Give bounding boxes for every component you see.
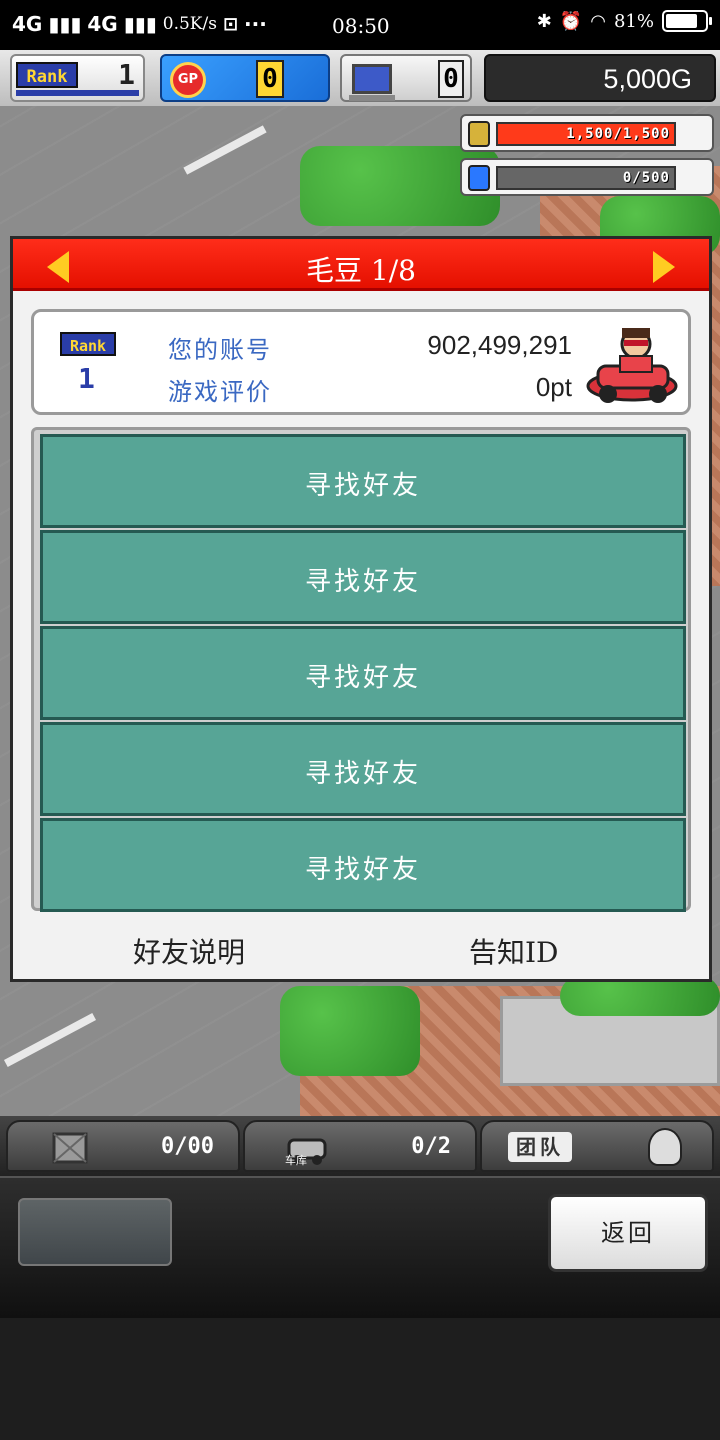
signal-2: 4G [87,12,118,36]
energy-text: 0/500 [622,170,670,186]
more-icon: ··· [244,12,267,36]
notification-icon: ⊡ [222,13,239,35]
money-panel: 5,000G [484,54,716,102]
share-id-button[interactable]: 告知ID [469,931,559,971]
net-speed: 0.5K/s [162,14,217,34]
rank-badge: Rank [60,332,116,356]
bluetooth-icon: ✱ [536,10,552,32]
battery-percent: 81% [613,10,654,32]
rank-panel[interactable]: Rank 1 [10,54,145,102]
battery-level [666,14,697,28]
signal-bars-icon: ▮▮▮ [48,12,82,36]
top-hud: Rank 1 GP 0 0 5,000G [0,50,720,106]
bottom-panel: 返回 [0,1176,720,1318]
hedge [560,976,720,1016]
signal-1: 4G [12,12,43,36]
find-friend-label: 寻找好友 [304,855,421,885]
find-friend-slot[interactable]: 寻找好友 [40,722,686,816]
status-bar: 4G ▮▮▮ 4G ▮▮▮ 0.5K/s ⊡ ··· 08:50 ✱ ⏰ ◠ 8… [0,0,720,50]
dialog-header: 毛豆 1/8 [13,239,709,291]
account-label: 您的账号 [168,336,272,364]
friend-help-button[interactable]: 好友说明 [133,931,245,971]
gp-coin-icon: GP [170,62,206,98]
player-car-avatar-icon [586,328,678,403]
friends-dialog: 毛豆 1/8 Rank 1 您的账号 游戏评价 902,499,291 0pt … [10,236,712,982]
alarm-icon: ⏰ [559,10,583,32]
account-value: 902,499,291 [427,330,572,360]
rating-label: 游戏评价 [168,378,272,406]
rank-progress [16,90,139,96]
next-page-arrow-icon[interactable] [653,251,675,283]
friend-list: 寻找好友 寻找好友 寻找好友 寻找好友 寻找好友 [31,427,691,912]
find-friend-slot[interactable]: 寻找好友 [40,434,686,528]
wifi-icon: ◠ [590,10,606,32]
gold-track: 1,500/1,500 [496,122,676,146]
rank-badge: Rank [16,62,78,88]
energy-resource-bar: 0/500 [460,158,714,196]
pc-value: 0 [438,60,464,98]
status-right: ✱ ⏰ ◠ 81% [536,10,712,32]
team-member-avatar-icon [648,1128,682,1166]
find-friend-label: 寻找好友 [304,471,421,501]
rank-value: 1 [118,58,135,91]
grass-patch [280,986,420,1076]
money-value: 5,000G [603,64,692,94]
clock: 08:50 [332,14,390,38]
find-friend-slot[interactable]: 寻找好友 [40,818,686,912]
storage-count: 0/00 [161,1134,214,1159]
road-marking [3,1012,97,1068]
gold-resource-bar: 1,500/1,500 [460,114,714,152]
team-label: 团队 [508,1132,572,1162]
gold-text: 1,500/1,500 [566,126,670,142]
tab-garage[interactable]: 车库 0/2 [243,1120,477,1172]
energy-track: 0/500 [496,166,676,190]
bottle-icon [468,165,490,191]
road-marking [183,125,267,175]
garage-label: 车库 [285,1154,307,1167]
rank-value: 1 [78,362,95,395]
signal-bars-icon: ▮▮▮ [123,12,157,36]
computer-icon [349,64,395,101]
find-friend-slot[interactable]: 寻找好友 [40,626,686,720]
find-friend-label: 寻找好友 [304,759,421,789]
find-friend-slot[interactable]: 寻找好友 [40,530,686,624]
player-info-card: Rank 1 您的账号 游戏评价 902,499,291 0pt [31,309,691,415]
find-friend-label: 寻找好友 [304,663,421,693]
crate-icon [52,1132,88,1164]
gp-value: 0 [256,60,284,98]
coin-stack-icon [468,121,490,147]
dialog-title: 毛豆 1/8 [306,254,416,287]
pc-panel[interactable]: 0 [340,54,472,102]
tab-team[interactable]: 团队 [480,1120,714,1172]
status-left: 4G ▮▮▮ 4G ▮▮▮ 0.5K/s ⊡ ··· [12,12,267,36]
rating-value: 0pt [535,372,572,402]
find-friend-label: 寻找好友 [304,567,421,597]
bottom-tabs: 0/00 车库 0/2 团队 [0,1116,720,1176]
battery-icon [662,10,712,32]
gp-panel[interactable]: GP 0 [160,54,330,102]
empty-slot [18,1198,172,1266]
garage-count: 0/2 [411,1134,451,1159]
back-button[interactable]: 返回 [548,1194,708,1272]
tab-storage[interactable]: 0/00 [6,1120,240,1172]
